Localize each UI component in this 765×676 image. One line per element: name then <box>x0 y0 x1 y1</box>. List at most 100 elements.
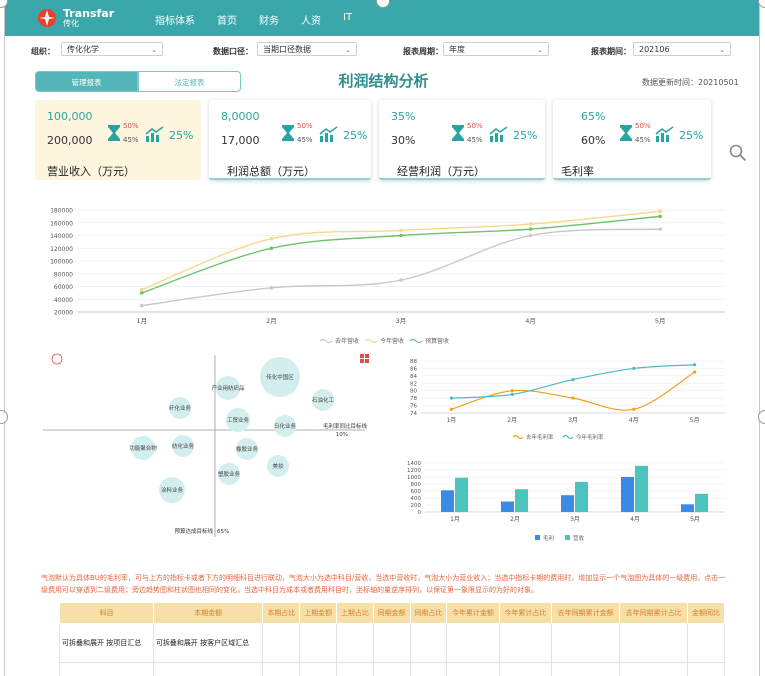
y-tick-label: 600 <box>411 489 422 495</box>
bar <box>561 495 574 512</box>
bubble-label: 纺化业务 <box>172 442 195 450</box>
kpi-pct: 45% <box>123 136 139 144</box>
bar <box>441 490 454 512</box>
column-header[interactable]: 同期金额 <box>372 602 411 624</box>
column-header[interactable]: 上期占比 <box>335 602 374 624</box>
legend-label: 预算营收 <box>425 337 449 345</box>
kpi-pct-red: 50% <box>123 122 139 130</box>
y-tick-label: 20000 <box>54 310 73 317</box>
bar <box>455 477 468 512</box>
org-select-value: 传化化学 <box>67 45 99 54</box>
kpi-card-operating-profit[interactable]: 35% 30% 50% 45% 25% 经营利润（万元） <box>379 100 545 180</box>
column-header[interactable]: 今年累计金额 <box>446 602 500 624</box>
column-header[interactable]: 上期金额 <box>299 602 337 624</box>
table-cell <box>498 623 553 663</box>
kpi-name: 经营利润（万元） <box>397 165 485 178</box>
y-axis-value: 65% <box>217 529 229 535</box>
column-header[interactable]: 科目 <box>59 602 154 624</box>
bubble-label: 塑胶业务 <box>218 470 241 478</box>
data-point <box>658 214 662 219</box>
data-point <box>571 396 575 400</box>
data-point <box>399 278 403 282</box>
x-tick-label: 5月 <box>690 516 700 523</box>
data-point <box>140 291 144 295</box>
transfar-logo-icon <box>38 9 56 27</box>
y-tick-label: 80 <box>410 389 417 395</box>
bar <box>515 489 528 512</box>
period-select[interactable]: 202106 ⌄ <box>633 42 731 56</box>
table-cell <box>409 662 448 676</box>
period-type-select[interactable]: 年度 ⌄ <box>443 42 549 56</box>
resize-handle[interactable] <box>758 410 765 424</box>
kpi-target-value: 200,000 <box>47 134 93 147</box>
x-tick-label: 2月 <box>510 516 520 523</box>
nav-item-indicators[interactable]: 指标体系 <box>155 12 195 27</box>
search-icon[interactable] <box>729 144 747 162</box>
y-tick-label: 120000 <box>50 246 73 253</box>
legend-label: 去年营收 <box>335 337 359 345</box>
main-nav: 指标体系 首页 财务 人资 IT <box>155 12 374 27</box>
table-cell <box>299 662 337 676</box>
legend-label: 营收 <box>573 534 585 542</box>
y-tick-label: 160000 <box>50 220 73 227</box>
hourglass-icon <box>282 125 294 141</box>
column-header[interactable]: 本期占比 <box>262 602 301 624</box>
nav-item-it[interactable]: IT <box>343 12 352 27</box>
trend-up-icon <box>145 126 164 142</box>
table-row[interactable]: 可拆叠和展开 按项目汇总 可拆叠和展开 按客户区域汇总 <box>59 623 725 663</box>
data-point <box>693 363 697 367</box>
bar <box>681 504 694 512</box>
column-header[interactable]: 今年累计占比 <box>498 602 553 624</box>
kpi-pct: 45% <box>467 136 483 144</box>
kpi-card-revenue[interactable]: 100,000 200,000 50% 45% 25% 营业收入（万元） <box>35 100 201 180</box>
grid-icon <box>360 354 364 358</box>
kpi-card-total-profit[interactable]: 8,0000 17,000 50% 45% 25% 利润总额（万元） <box>209 100 371 180</box>
series-line <box>141 228 661 307</box>
legend-label: 毛利 <box>543 534 554 542</box>
nav-item-hr[interactable]: 人资 <box>301 12 321 27</box>
table-cell <box>619 623 689 663</box>
logo[interactable]: Transfar 传化 <box>37 8 114 28</box>
kpi-card-gross-margin[interactable]: 65% 60% 50% 45% 25% 毛利率 <box>553 100 711 180</box>
bubble-label: 传化中国区 <box>266 373 294 381</box>
x-tick-label: 3月 <box>570 516 580 523</box>
series-line <box>451 371 695 411</box>
y-tick-label: 60000 <box>54 284 73 291</box>
bubble-label: 日化业务 <box>274 422 297 430</box>
data-point <box>658 227 662 231</box>
bar <box>575 481 588 512</box>
table-cell <box>299 623 337 663</box>
column-header[interactable]: 去年同期累计金额 <box>551 602 621 624</box>
y-tick-label: 1200 <box>407 468 421 474</box>
nav-item-finance[interactable]: 财务 <box>259 12 279 27</box>
filter-label-org: 组织： <box>31 47 55 56</box>
series-line <box>451 364 695 399</box>
column-header[interactable]: 金额同比 <box>687 602 725 624</box>
kpi-current-value: 100,000 <box>47 110 93 123</box>
y-tick-label: 78 <box>410 396 417 402</box>
table-row[interactable] <box>59 662 725 676</box>
column-header[interactable]: 本期金额 <box>152 602 264 624</box>
chart-description: 气泡默认为具体BU的毛利率，可与上方的指标卡或者下方的明细科目进行联动，气泡大小… <box>41 574 726 594</box>
hourglass-icon <box>108 125 120 141</box>
scope-select[interactable]: 当期口径数据 ⌄ <box>257 42 357 56</box>
x-tick-label: 1月 <box>136 317 147 325</box>
nav-item-home[interactable]: 首页 <box>217 12 237 27</box>
y-axis-label: 预算达成目标线 <box>174 527 213 535</box>
x-tick-label: 3月 <box>568 417 578 424</box>
trend-up-icon <box>489 126 508 142</box>
table-cell <box>372 662 411 676</box>
column-header[interactable]: 同期占比 <box>409 602 448 624</box>
table-cell <box>551 623 621 663</box>
trend-up-icon <box>655 126 674 142</box>
bar <box>501 501 514 512</box>
rotate-icon <box>51 353 63 365</box>
legend-swatch <box>319 338 333 344</box>
data-point <box>269 285 274 290</box>
legend-swatch <box>364 338 378 344</box>
filter-bar: 组织： 传化化学 ⌄ 数据口径： 当期口径数据 ⌄ 报表周期： 年度 ⌄ 报表期间： … <box>5 40 759 62</box>
y-tick-label: 74 <box>410 411 417 417</box>
org-select[interactable]: 传化化学 ⌄ <box>61 42 163 56</box>
x-tick-label: 2月 <box>266 317 277 325</box>
column-header[interactable]: 去年同期累计占比 <box>619 602 689 624</box>
